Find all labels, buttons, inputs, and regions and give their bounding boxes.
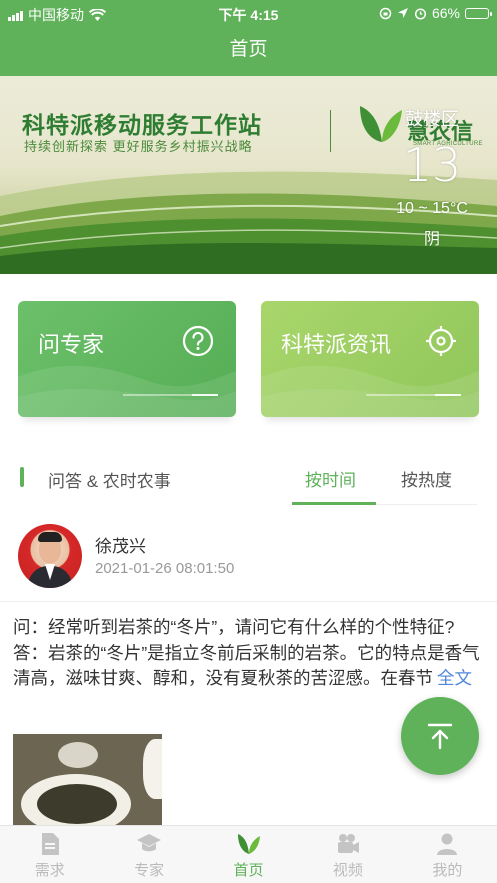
weather-district: 鼓楼区: [405, 109, 459, 129]
battery-icon: [465, 7, 492, 19]
tab-mine-label: 我的: [432, 862, 463, 879]
weather-condition: 阴: [423, 231, 440, 248]
back-to-top-button[interactable]: [401, 697, 479, 775]
tab-rule: [376, 504, 477, 505]
post-timestamp: 2021-01-26 08:01:50: [95, 560, 235, 577]
bottom-tab-bar: 需求 专家 首页 视频 我的: [0, 825, 497, 883]
tab-demand[interactable]: 需求: [0, 826, 99, 883]
tab-indicator: [292, 502, 376, 505]
tab-expert[interactable]: 专家: [99, 826, 198, 883]
news-card[interactable]: 科特派资讯: [261, 301, 479, 417]
tab-demand-label: 需求: [34, 862, 65, 879]
weather-range: 10 ~ 15°C: [396, 200, 468, 217]
home-banner[interactable]: 科特派移动服务工作站 持续创新探索 更好服务乡村振兴战略 慧农信 SMART A…: [0, 76, 497, 274]
tab-video-label: 视频: [332, 862, 363, 879]
banner-title: 科特派移动服务工作站: [22, 112, 262, 138]
tab-by-popularity[interactable]: 按热度: [401, 466, 452, 491]
user-icon: [437, 833, 458, 855]
nav-bar: 首页: [0, 28, 497, 76]
tab-expert-label: 专家: [134, 862, 165, 879]
banner-divider: [330, 110, 331, 152]
post-text: 问：经常听到岩茶的“冬片”，请问它有什么样的个性特征? 答：岩茶的“冬片”是指立…: [13, 617, 480, 688]
target-icon: [426, 326, 456, 356]
rotation-lock-icon: [379, 7, 392, 19]
tab-home-label: 首页: [233, 862, 264, 879]
leaf-icon: [237, 834, 260, 854]
divider: [0, 601, 497, 602]
tab-video[interactable]: 视频: [298, 826, 397, 883]
graduation-cap-icon: [137, 834, 162, 852]
section-title: 问答 & 农时农事: [48, 472, 171, 491]
document-icon: [41, 833, 59, 855]
ask-expert-label: 问专家: [38, 332, 105, 357]
news-label: 科特派资讯: [281, 332, 392, 357]
tab-home[interactable]: 首页: [199, 826, 298, 883]
post-content[interactable]: 问：经常听到岩茶的“冬片”，请问它有什么样的个性特征? 答：岩茶的“冬片”是指立…: [13, 615, 483, 692]
ask-expert-card[interactable]: 问专家: [18, 301, 236, 417]
question-circle-icon: [182, 325, 214, 357]
status-bar: 中国移动 下午 4:15 66%: [0, 0, 497, 28]
read-more-link[interactable]: 全文: [437, 668, 472, 688]
card-indicator: [123, 394, 218, 396]
post-author-row[interactable]: 徐茂兴 2021-01-26 08:01:50: [0, 522, 497, 600]
section-marker: [20, 467, 24, 487]
banner-subtitle: 持续创新探索 更好服务乡村振兴战略: [24, 139, 253, 154]
weather-temperature: 13: [402, 138, 462, 192]
card-indicator: [366, 394, 461, 396]
page-title: 首页: [229, 39, 268, 60]
tab-mine[interactable]: 我的: [398, 826, 497, 883]
avatar[interactable]: [18, 524, 82, 588]
arrow-up-icon: [427, 723, 453, 750]
author-name: 徐茂兴: [95, 537, 146, 556]
alarm-icon: [414, 7, 427, 20]
battery-percent: 66%: [431, 5, 460, 21]
video-camera-icon: [337, 834, 359, 853]
section-header: 问答 & 农时农事 按时间 按热度: [0, 452, 497, 505]
post-image[interactable]: [13, 734, 162, 826]
tab-by-time[interactable]: 按时间: [305, 466, 356, 491]
location-arrow-icon: [397, 8, 408, 18]
